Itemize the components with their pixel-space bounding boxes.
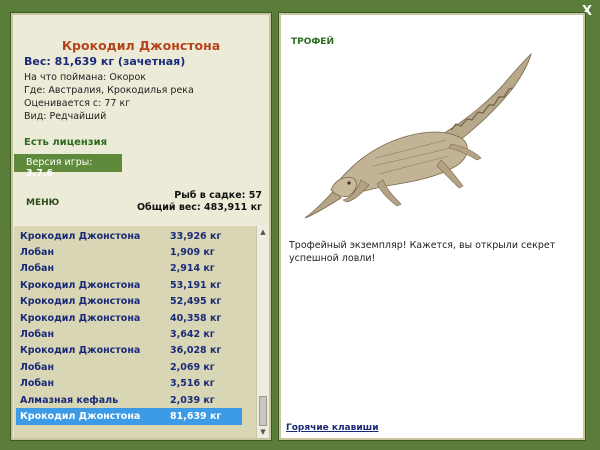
catch-fish-weight: 2,914 кг — [170, 263, 215, 275]
version-value: 3.7.6 — [26, 168, 54, 179]
catch-fish-weight: 2,069 кг — [170, 361, 215, 373]
fish-weight: Вес: 81,639 кг (зачетная) — [24, 55, 186, 68]
catch-fish-name: Крокодил Джонстона — [20, 345, 141, 357]
trophy-panel: ТРОФЕЙ Трофейный экземпляр! Кажется, вы … — [278, 12, 586, 441]
catch-list-row[interactable]: Алмазная кефаль 2,039 кг — [16, 392, 242, 408]
catch-fish-weight: 2,039 кг — [170, 394, 215, 406]
catch-list-row[interactable]: Крокодил Джонстона 40,358 кг — [16, 310, 242, 326]
fish-details: На что поймана: Окорок Где: Австралия, К… — [24, 71, 194, 123]
hotkeys-link[interactable]: Горячие клавиши — [286, 423, 379, 433]
trophy-description: Трофейный экземпляр! Кажется, вы открыли… — [289, 240, 556, 264]
catch-fish-name: Крокодил Джонстона — [20, 296, 141, 308]
scroll-up-icon[interactable]: ▲ — [258, 227, 268, 237]
license-status: Есть лицензия — [24, 137, 108, 148]
version-label: Версия игры: — [26, 157, 93, 168]
catch-list-row[interactable]: Крокодил Джонстона 36,028 кг — [16, 343, 242, 359]
catch-fish-name: Лобан — [20, 247, 55, 259]
catch-list-row[interactable]: Лобан 2,069 кг — [16, 359, 242, 375]
catch-list[interactable]: Крокодил Джонстона 33,926 кг Лобан 1,909 кг… — [16, 228, 242, 436]
catch-fish-weight: 40,358 кг — [170, 312, 222, 324]
kind-line: Вид: Редчайший — [24, 111, 107, 122]
catch-fish-name: Крокодил Джонстона — [20, 410, 141, 422]
catch-list-row[interactable]: Крокодил Джонстона 53,191 кг — [16, 277, 242, 293]
crocodile-image — [304, 52, 532, 219]
catch-fish-weight: 3,642 кг — [170, 329, 215, 341]
fish-title: Крокодил Джонстона — [61, 38, 221, 53]
catch-fish-weight: 3,516 кг — [170, 378, 215, 390]
catch-list-container: Крокодил Джонстона 33,926 кг Лобан 1,909 кг… — [14, 226, 268, 438]
keepnet-stats: Рыб в садке: 57 Общий вес: 483,911 кг — [137, 190, 262, 214]
scrollbar[interactable]: ▲ ▼ — [256, 226, 268, 438]
catch-fish-weight: 53,191 кг — [170, 279, 222, 291]
location-line: Где: Австралия, Крокодилья река — [24, 85, 194, 96]
catch-fish-name: Лобан — [20, 329, 55, 341]
bait-line: На что поймана: Окорок — [24, 72, 147, 83]
total-weight: Общий вес: 483,911 кг — [136, 202, 262, 213]
catch-fish-name: Крокодил Джонстона — [20, 312, 141, 324]
catch-fish-weight: 1,909 кг — [170, 247, 215, 259]
catch-fish-name: Крокодил Джонстона — [20, 279, 141, 291]
catch-list-row[interactable]: Лобан 3,516 кг — [16, 376, 242, 392]
catch-fish-weight: 33,926 кг — [170, 230, 222, 242]
catch-fish-name: Крокодил Джонстона — [20, 230, 141, 242]
catch-fish-weight: 52,495 кг — [170, 296, 222, 308]
catch-fish-name: Алмазная кефаль — [20, 394, 119, 406]
catch-list-row[interactable]: Крокодил Джонстона 52,495 кг — [16, 294, 242, 310]
catch-list-row[interactable]: Лобан 2,914 кг — [16, 261, 242, 277]
catch-list-row[interactable]: Лобан 1,909 кг — [16, 244, 242, 260]
scroll-thumb[interactable] — [259, 396, 267, 426]
fish-count: Рыб в садке: 57 — [174, 190, 262, 201]
catch-fish-name: Лобан — [20, 361, 55, 373]
valued-line: Оценивается с: 77 кг — [24, 98, 131, 109]
menu-button[interactable]: МЕНЮ — [26, 198, 59, 208]
fish-info-panel: Крокодил Джонстона Вес: 81,639 кг (зачет… — [10, 12, 272, 441]
catch-fish-weight: 81,639 кг — [170, 410, 222, 422]
version-badge: Версия игры: 3.7.6 — [14, 154, 122, 179]
catch-list-row[interactable]: Крокодил Джонстона 81,639 кг — [16, 408, 242, 425]
catch-list-row[interactable]: Крокодил Джонстона 33,926 кг — [16, 228, 242, 244]
catch-list-row[interactable]: Лобан 3,642 кг — [16, 326, 242, 342]
catch-fish-name: Лобан — [20, 378, 55, 390]
catch-fish-weight: 36,028 кг — [170, 345, 222, 357]
catch-fish-name: Лобан — [20, 263, 55, 275]
scroll-down-icon[interactable]: ▼ — [258, 427, 268, 437]
